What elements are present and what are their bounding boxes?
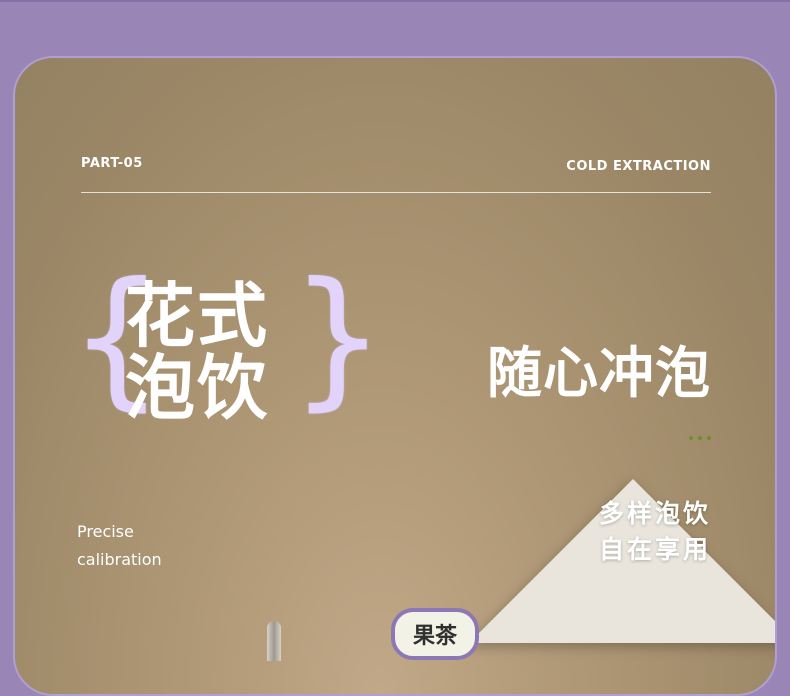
dots-decoration: [689, 436, 711, 440]
dot: [707, 436, 711, 440]
part-label: PART-05: [81, 156, 143, 171]
variety-line1: 多样泡饮: [598, 499, 711, 528]
top-strip: [0, 0, 790, 2]
section-label: COLD EXTRACTION: [566, 159, 711, 174]
precise-calibration-text: Precise calibration: [77, 518, 162, 574]
dot: [689, 436, 693, 440]
variety-line2: 自在享用: [598, 535, 711, 564]
main-title-line1: 花式: [125, 275, 269, 357]
slogan: 随心冲泡: [486, 341, 711, 405]
glass-tube-image: [267, 621, 281, 661]
product-card: PART-05 COLD EXTRACTION { 花式 泡饮 } 随心冲泡 P…: [13, 56, 777, 696]
precise-line1: Precise: [77, 522, 134, 541]
fruit-tea-tag[interactable]: 果茶: [391, 608, 480, 660]
dot: [698, 436, 702, 440]
main-title: 花式 泡饮: [125, 280, 295, 424]
brace-right: }: [290, 251, 386, 425]
header-divider: [81, 192, 711, 193]
precise-line2: calibration: [77, 550, 162, 569]
main-title-line2: 泡饮: [125, 347, 269, 429]
variety-text: 多样泡饮 自在享用: [599, 496, 711, 568]
